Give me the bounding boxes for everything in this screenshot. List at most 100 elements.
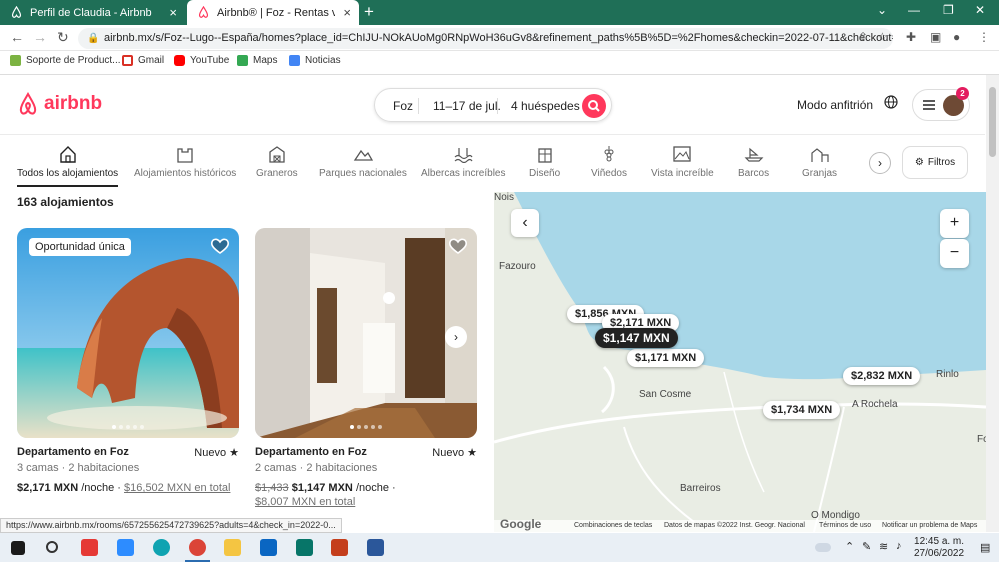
category-label: Granjas [802, 168, 838, 179]
category-national-parks[interactable]: Parques nacionales [319, 145, 407, 179]
price-pin[interactable]: $1,734 MXN [763, 401, 841, 419]
listing-price: $1,433 $1,147 MXN /noche · [255, 482, 396, 494]
scrollbar[interactable] [986, 75, 999, 532]
clock[interactable]: 12:45 a. m. 27/06/2022 [914, 536, 964, 560]
map-place: Fazouro [499, 261, 536, 272]
listing-rating: Nuevo ★ [194, 447, 239, 459]
file-explorer-icon[interactable] [224, 539, 241, 556]
listing-photo[interactable]: Oportunidad única [17, 228, 239, 438]
publisher-icon[interactable] [296, 539, 313, 556]
tab-profile[interactable]: Perfil de Claudia - Airbnb × [0, 0, 185, 25]
map[interactable]: ‹ + − Nois Fazouro San Cosme A Rochela R… [494, 192, 986, 532]
category-label: Graneros [256, 168, 298, 179]
heart-icon[interactable] [448, 237, 468, 255]
pen-icon[interactable]: ✎ [862, 540, 871, 553]
restore-icon[interactable]: ❐ [943, 3, 954, 17]
host-mode-link[interactable]: Modo anfitrión [797, 98, 873, 112]
kebab-menu-icon[interactable]: ⋮ [978, 30, 990, 44]
price-pin[interactable]: $2,832 MXN [843, 367, 921, 385]
search-dates[interactable]: 11–17 de jul. [433, 99, 501, 113]
wifi-icon[interactable]: ≋ [879, 540, 888, 553]
reload-icon[interactable]: ↻ [57, 29, 69, 46]
profile-icon[interactable]: ● [953, 30, 960, 44]
star-icon[interactable]: ☆ [877, 30, 888, 44]
map-footer-link[interactable]: Combinaciones de teclas [574, 522, 652, 529]
app-icon[interactable] [81, 539, 98, 556]
next-photo-button[interactable]: › [445, 326, 467, 348]
chrome-icon[interactable] [185, 539, 210, 562]
heart-icon[interactable] [210, 237, 230, 255]
category-design[interactable]: Diseño [529, 145, 560, 179]
map-attribution: Datos de mapas ©2022 Inst. Geogr. Nacion… [664, 522, 805, 529]
search-bar[interactable]: Foz 11–17 de jul. 4 huéspedes [374, 88, 612, 122]
volume-icon[interactable]: ♪ [896, 540, 902, 552]
bookmark-noticias[interactable]: Noticias [289, 55, 341, 66]
close-icon[interactable]: × [169, 5, 177, 20]
old-price: $1,433 [255, 482, 289, 494]
close-icon[interactable]: × [343, 5, 351, 20]
search-location[interactable]: Foz [393, 99, 413, 113]
category-vineyards[interactable]: Viñedos [591, 145, 627, 179]
scrollbar-thumb[interactable] [989, 87, 996, 157]
windows-start-icon[interactable] [11, 541, 25, 555]
new-tab-icon[interactable]: + [364, 2, 374, 22]
powerpoint-icon[interactable] [331, 539, 348, 556]
search-icon[interactable] [46, 541, 58, 553]
price-pin[interactable]: $1,171 MXN [627, 349, 705, 367]
airbnb-favicon-icon [11, 6, 22, 18]
bookmark-maps[interactable]: Maps [237, 55, 277, 66]
user-menu-button[interactable]: 2 [912, 87, 970, 121]
edge-icon[interactable] [153, 539, 170, 556]
close-window-icon[interactable]: ✕ [975, 3, 985, 17]
notifications-icon[interactable]: ▤ [980, 541, 990, 554]
back-icon[interactable]: ← [10, 29, 24, 45]
category-barns[interactable]: Graneros [256, 145, 298, 179]
map-footer-link[interactable]: Términos de uso [819, 522, 871, 529]
listing-title: Departamento en Foz [255, 446, 367, 458]
filters-button[interactable]: ⚙ Filtros [902, 146, 968, 179]
category-historic[interactable]: Alojamientos históricos [134, 145, 236, 179]
extensions-icon[interactable]: ✚ [906, 30, 916, 44]
zoom-out-button[interactable]: − [940, 239, 969, 268]
category-boats[interactable]: Barcos [738, 145, 769, 179]
search-button[interactable] [582, 94, 606, 118]
bookmark-youtube[interactable]: YouTube [174, 55, 229, 66]
zoom-icon[interactable] [117, 539, 134, 556]
listing-card[interactable]: Oportunidad única Departamento en Foz Nu… [17, 228, 239, 494]
price-amount: $2,171 MXN [17, 482, 79, 494]
share-icon[interactable]: ⇪ [858, 30, 868, 44]
bookmark-soporte[interactable]: Soporte de Product... [10, 55, 121, 66]
category-all[interactable]: Todos los alojamientos [17, 145, 119, 187]
minimize-icon[interactable]: — [908, 3, 920, 17]
globe-icon[interactable] [884, 95, 898, 109]
listing-photo[interactable]: › [255, 228, 477, 438]
zoom-in-button[interactable]: + [940, 209, 969, 238]
castle-icon [177, 148, 193, 163]
map-footer-link[interactable]: Notificar un problema de Maps [882, 522, 977, 529]
chevron-down-icon[interactable]: ⌄ [877, 3, 887, 17]
forward-icon[interactable]: → [33, 29, 47, 45]
sidepanel-icon[interactable]: ▣ [930, 30, 941, 44]
category-amazing-views[interactable]: Vista increíble [651, 145, 714, 179]
airbnb-logo[interactable]: airbnb [17, 92, 102, 116]
bookmark-gmail[interactable]: Gmail [122, 55, 164, 66]
tab-title: Perfil de Claudia - Airbnb [30, 6, 152, 19]
search-guests[interactable]: 4 huéspedes [511, 99, 580, 113]
category-pools[interactable]: Albercas increíbles [421, 145, 505, 179]
categories-next-button[interactable]: › [869, 152, 891, 174]
beach-arch-photo [17, 228, 239, 438]
outlook-icon[interactable] [260, 539, 277, 556]
url-field[interactable]: 🔒 airbnb.mx/s/Foz--Lugo--España/homes?pl… [78, 28, 893, 49]
category-farms[interactable]: Granjas [802, 145, 837, 179]
weather-icon[interactable] [815, 543, 831, 552]
listing-card[interactable]: › Departamento en Foz Nuevo ★ 2 camas · … [255, 228, 477, 508]
per-night: /noche · [81, 482, 121, 494]
chevron-up-icon[interactable]: ⌃ [845, 540, 854, 553]
total-price[interactable]: $8,007 MXN en total [255, 496, 355, 508]
selected-price-pin[interactable]: $1,147 MXN [595, 328, 678, 348]
tab-search-results[interactable]: Airbnb® | Foz - Rentas vacacionales × [187, 0, 359, 25]
collapse-map-button[interactable]: ‹ [511, 209, 539, 237]
total-price[interactable]: $16,502 MXN en total [124, 482, 230, 494]
word-icon[interactable] [367, 539, 384, 556]
map-place: Rinlo [936, 369, 959, 380]
